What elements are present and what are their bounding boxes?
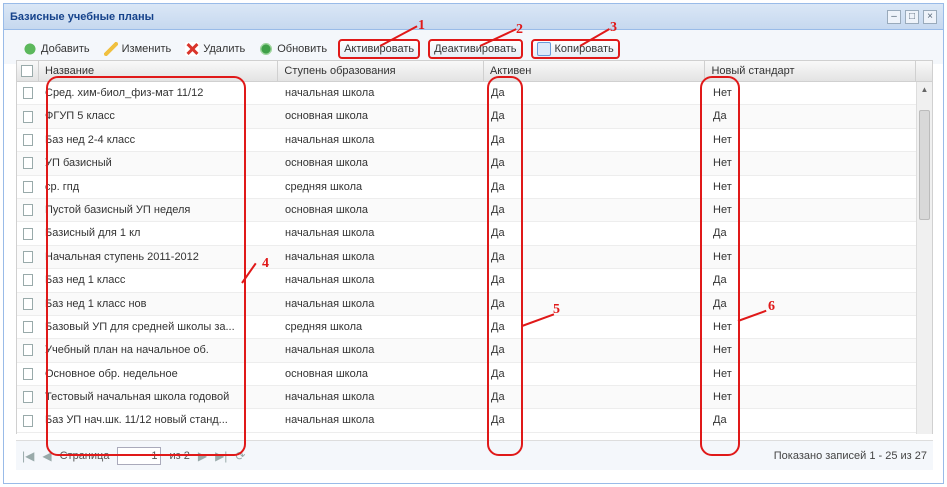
deactivate-label: Деактивировать xyxy=(434,43,517,55)
cell-level: начальная школа xyxy=(285,274,375,287)
refresh-icon xyxy=(259,42,274,56)
scroll-thumb[interactable] xyxy=(919,110,930,220)
copy-button[interactable]: Копировать xyxy=(530,39,620,59)
row-checkbox[interactable] xyxy=(23,180,33,193)
column-header-new-standard[interactable]: Новый стандарт xyxy=(705,61,917,81)
annotation-number-6: 6 xyxy=(768,299,775,314)
row-checkbox[interactable] xyxy=(23,297,33,310)
scroll-up-icon[interactable]: ▲ xyxy=(917,82,932,98)
maximize-button[interactable]: □ xyxy=(905,9,919,24)
row-checkbox-cell xyxy=(17,409,39,431)
select-all-checkbox[interactable] xyxy=(21,65,34,77)
row-checkbox[interactable] xyxy=(23,204,33,217)
row-checkbox[interactable] xyxy=(23,110,33,123)
row-checkbox-cell xyxy=(17,339,39,361)
row-checkbox[interactable] xyxy=(23,321,33,334)
cell-level: основная школа xyxy=(285,367,369,380)
annotation-number-2: 2 xyxy=(516,22,523,37)
row-checkbox-cell xyxy=(17,222,39,244)
edit-button[interactable]: Изменить xyxy=(101,39,175,59)
cell-level: начальная школа xyxy=(285,133,375,146)
annotation-number-4: 4 xyxy=(262,256,269,271)
row-checkbox-cell xyxy=(17,152,39,174)
cell-level: основная школа xyxy=(285,203,369,216)
annotation-number-5: 5 xyxy=(553,302,560,317)
refresh-label: Обновить xyxy=(277,43,328,55)
copy-label: Копировать xyxy=(554,43,614,55)
row-checkbox[interactable] xyxy=(23,367,33,380)
edit-label: Изменить xyxy=(121,43,172,55)
pencil-icon xyxy=(103,42,118,56)
row-checkbox-cell xyxy=(17,269,39,291)
select-all-cell xyxy=(17,61,39,81)
add-label: Добавить xyxy=(41,43,90,55)
deactivate-button[interactable]: Деактивировать xyxy=(428,39,523,59)
cell-level: начальная школа xyxy=(285,227,375,240)
pager-status: Показано записей 1 - 25 из 27 xyxy=(773,449,927,462)
annotation-number-3: 3 xyxy=(610,20,617,35)
annotation-oval-active xyxy=(487,76,523,456)
cell-level: основная школа xyxy=(285,157,369,170)
cell-level: начальная школа xyxy=(285,297,375,310)
row-checkbox-cell xyxy=(17,363,39,385)
row-checkbox-cell xyxy=(17,129,39,151)
row-checkbox[interactable] xyxy=(23,414,33,427)
delete-label: Удалить xyxy=(203,43,246,55)
row-checkbox[interactable] xyxy=(23,133,33,146)
header-scroll-spacer xyxy=(916,61,932,81)
cell-level: основная школа xyxy=(285,110,369,123)
cell-level: начальная школа xyxy=(285,414,375,427)
delete-button[interactable]: Удалить xyxy=(182,39,248,59)
row-checkbox[interactable] xyxy=(23,391,33,404)
close-button[interactable]: × xyxy=(923,9,937,24)
row-checkbox-cell xyxy=(17,199,39,221)
copy-icon xyxy=(536,42,551,56)
cell-level: начальная школа xyxy=(285,250,375,263)
column-header-level[interactable]: Ступень образования xyxy=(278,61,484,81)
window-title: Базисные учебные планы xyxy=(10,10,154,23)
row-checkbox[interactable] xyxy=(23,344,33,357)
vertical-scrollbar[interactable]: ▲ xyxy=(916,82,932,434)
cell-level: начальная школа xyxy=(285,87,375,99)
window-tools: – □ × xyxy=(887,9,937,24)
row-checkbox-cell xyxy=(17,293,39,315)
row-checkbox-cell xyxy=(17,246,39,268)
plus-icon xyxy=(23,42,37,56)
minimize-button[interactable]: – xyxy=(887,9,901,24)
row-checkbox[interactable] xyxy=(23,157,33,170)
row-checkbox[interactable] xyxy=(23,250,33,263)
row-checkbox-cell xyxy=(17,176,39,198)
refresh-button[interactable]: Обновить xyxy=(256,39,330,59)
cell-level: начальная школа xyxy=(285,391,375,404)
window-titlebar: Базисные учебные планы – □ × xyxy=(4,4,943,30)
first-page-icon[interactable]: |◀ xyxy=(22,449,34,463)
row-checkbox-cell xyxy=(17,386,39,408)
cell-level: средняя школа xyxy=(285,180,363,193)
cell-level: средняя школа xyxy=(285,320,363,333)
add-button[interactable]: Добавить xyxy=(20,39,93,59)
row-checkbox[interactable] xyxy=(23,227,33,240)
row-checkbox-cell xyxy=(17,82,39,104)
row-checkbox[interactable] xyxy=(23,274,33,287)
toolbar: Добавить Изменить Удалить Обновить Актив… xyxy=(4,30,943,64)
row-checkbox-cell xyxy=(17,105,39,127)
annotation-oval-names xyxy=(46,76,246,456)
cell-level: начальная школа xyxy=(285,344,375,357)
delete-icon xyxy=(185,42,200,56)
row-checkbox[interactable] xyxy=(23,87,33,100)
activate-button[interactable]: Активировать xyxy=(338,39,421,59)
row-checkbox-cell xyxy=(17,316,39,338)
annotation-number-1: 1 xyxy=(418,18,425,33)
annotation-oval-new-standard xyxy=(700,76,740,456)
